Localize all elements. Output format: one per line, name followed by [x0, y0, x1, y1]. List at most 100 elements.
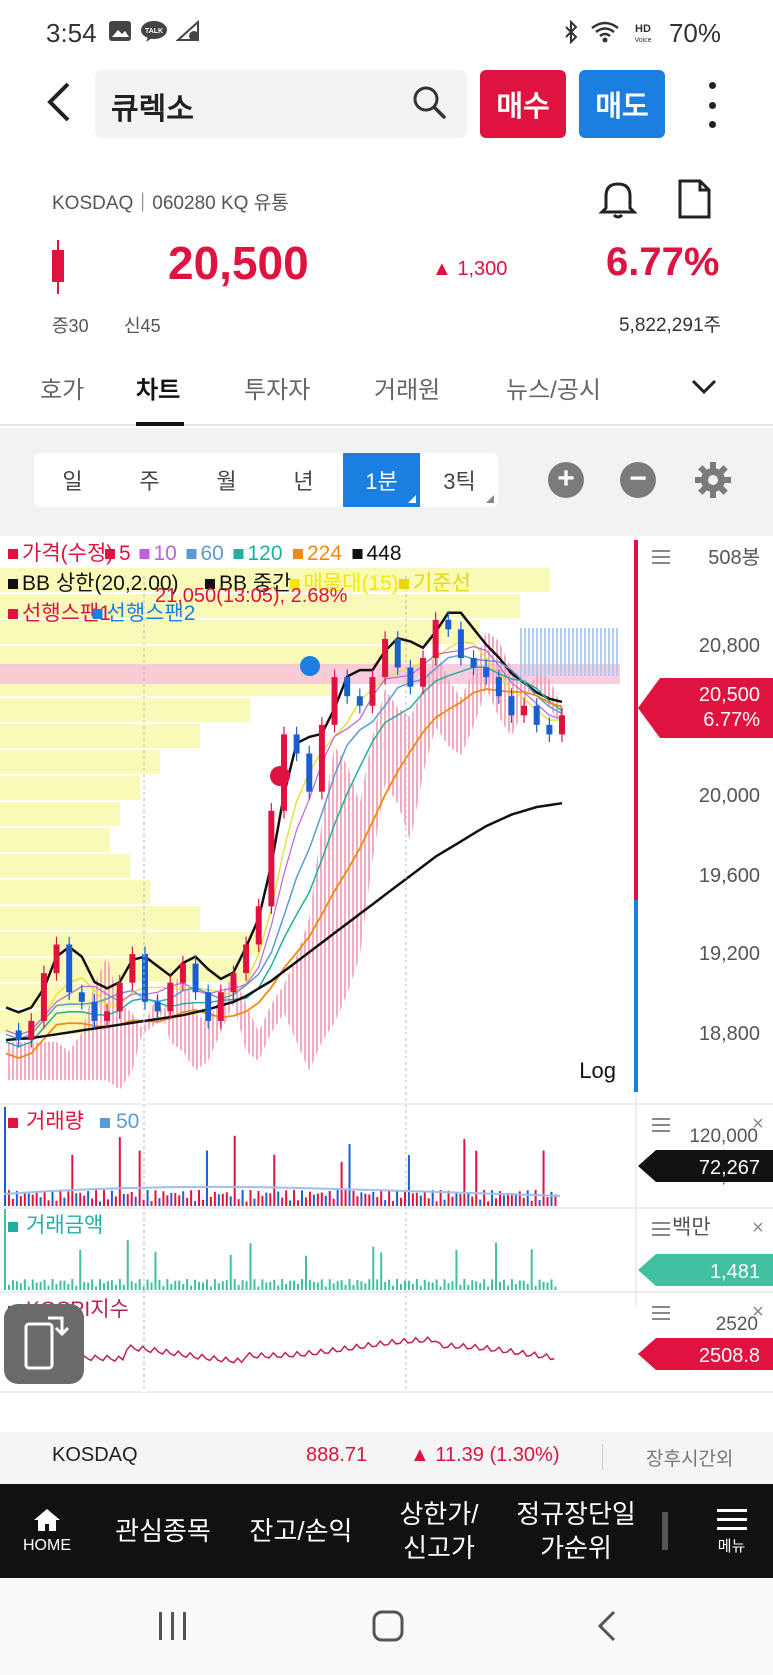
amount-bar — [27, 1286, 30, 1290]
candle-body — [356, 696, 363, 706]
sell-button[interactable]: 매도 — [579, 70, 665, 138]
amount-bar — [376, 1279, 379, 1290]
more-options-button[interactable] — [700, 82, 724, 128]
amount-bar — [384, 1281, 387, 1290]
volume-bar — [249, 1190, 252, 1206]
volume-profile-bar — [0, 932, 260, 956]
zoom-out-button[interactable]: − — [620, 462, 656, 498]
panel-menu-icon — [652, 1306, 670, 1308]
period-week[interactable]: 주 — [111, 453, 188, 507]
amount-bar — [39, 1281, 42, 1290]
buy-button[interactable]: 매수 — [480, 70, 566, 138]
candle-body — [192, 963, 199, 993]
zoom-in-button[interactable]: + — [548, 462, 584, 498]
candle-body — [15, 1030, 22, 1040]
back-button[interactable] — [44, 80, 84, 130]
amount-bar — [510, 1279, 513, 1290]
volume-bar — [546, 1197, 549, 1206]
amount-bar — [332, 1283, 335, 1290]
volume-bar — [11, 1198, 14, 1206]
bell-icon[interactable] — [598, 178, 638, 220]
hamburger-icon[interactable] — [652, 550, 670, 564]
amount-bar — [289, 1280, 292, 1290]
nav-watchlist[interactable]: 관심종목 — [100, 1484, 226, 1578]
amount-bar — [249, 1243, 252, 1290]
trade-volume: 5,822,291주 — [618, 315, 721, 336]
home-system-icon[interactable] — [370, 1608, 406, 1644]
candle-icon — [52, 240, 64, 294]
amount-bar — [273, 1279, 276, 1290]
period-1min[interactable]: 1분 — [343, 453, 420, 507]
amount-bar — [392, 1285, 395, 1290]
volume-profile-bar — [0, 776, 140, 800]
tab-investor[interactable]: 투자자 — [244, 370, 310, 405]
volume-bar — [233, 1135, 236, 1206]
search-input[interactable]: 큐렉소 — [95, 70, 467, 138]
amount-bar — [439, 1286, 442, 1290]
amount-bar — [91, 1279, 94, 1290]
nav-upper-limit[interactable]: 상한가/ 신고가 — [376, 1484, 502, 1578]
volume-bar — [277, 1191, 280, 1206]
amount-bar — [455, 1250, 458, 1290]
hd-voice-icon: HD Voice — [634, 23, 651, 44]
volume-profile-bar — [0, 906, 200, 930]
status-right-icons: HD Voice — [562, 20, 656, 44]
period-selector: 일 주 월 년 1분 3틱 — [34, 453, 498, 507]
y-axis-tick-label: 20,800 — [699, 635, 760, 657]
candle-body — [344, 677, 351, 697]
search-icon[interactable] — [411, 84, 447, 120]
period-day[interactable]: 일 — [34, 453, 111, 507]
tab-broker[interactable]: 거래원 — [374, 370, 440, 405]
amount-bar — [336, 1281, 339, 1290]
back-system-icon[interactable] — [590, 1608, 626, 1644]
indicator-name: 거래금액 — [26, 1214, 103, 1237]
candle-body — [91, 1001, 98, 1021]
document-icon[interactable] — [676, 178, 712, 220]
period-year[interactable]: 년 — [265, 453, 342, 507]
tab-orderbook[interactable]: 호가 — [40, 370, 84, 405]
market-ticker[interactable]: KOSDAQ 888.71 ▲ 11.39 (1.30%) 장후시간외 — [0, 1432, 773, 1484]
screen-switch-button[interactable] — [4, 1304, 84, 1384]
gear-icon[interactable] — [693, 460, 733, 500]
log-scale-label[interactable]: Log — [579, 1058, 616, 1083]
tab-news[interactable]: 뉴스/공시 — [506, 370, 601, 405]
amount-bar — [138, 1279, 141, 1290]
menu-button[interactable]: 메뉴 — [690, 1484, 773, 1578]
indicator-swatch — [8, 1222, 18, 1232]
amount-bar — [110, 1280, 113, 1290]
amount-bar — [352, 1284, 355, 1290]
amount-bar — [87, 1282, 90, 1290]
credit-badge: 신45 — [124, 316, 161, 336]
period-3tick[interactable]: 3틱 — [421, 453, 498, 507]
chevron-down-icon[interactable] — [690, 372, 718, 400]
indicator-axis-top: 2520 — [716, 1314, 758, 1335]
ichimoku-future-cloud — [520, 628, 620, 676]
volume-bar — [79, 1192, 82, 1206]
amount-bar — [411, 1284, 414, 1290]
volume-bar — [471, 1196, 474, 1206]
amount-bar — [499, 1281, 501, 1290]
volume-bar — [427, 1198, 430, 1206]
chevron-left-icon — [47, 82, 70, 122]
panel-menu-icon — [652, 1124, 670, 1126]
period-month[interactable]: 월 — [188, 453, 265, 507]
amount-bar — [396, 1279, 399, 1290]
volume-bar — [301, 1190, 303, 1206]
tab-chart[interactable]: 차트 — [136, 370, 180, 405]
nav-single-price-rank[interactable]: 정규장단일 가순위 — [508, 1484, 644, 1578]
nav-balance[interactable]: 잔고/손익 — [236, 1484, 366, 1578]
home-button[interactable]: HOME — [0, 1484, 94, 1578]
amount-bar — [372, 1246, 375, 1290]
stock-chart[interactable]: 가격(수정) 5 10 60 120 224 448BB 상한(20,2.00) BB 중간 매… — [0, 536, 773, 1398]
amount-bar — [103, 1283, 105, 1290]
amount-bar — [118, 1279, 121, 1290]
wifi-icon — [591, 21, 619, 43]
menu-icon — [716, 1508, 747, 1530]
recent-apps-icon[interactable] — [155, 1608, 191, 1644]
amount-bar — [522, 1280, 525, 1290]
amount-bar — [190, 1285, 193, 1290]
volume-bar — [4, 1107, 6, 1206]
volume-bar — [253, 1198, 256, 1206]
y-axis-tick-label: 19,200 — [699, 943, 760, 965]
volume-bar — [475, 1150, 478, 1206]
